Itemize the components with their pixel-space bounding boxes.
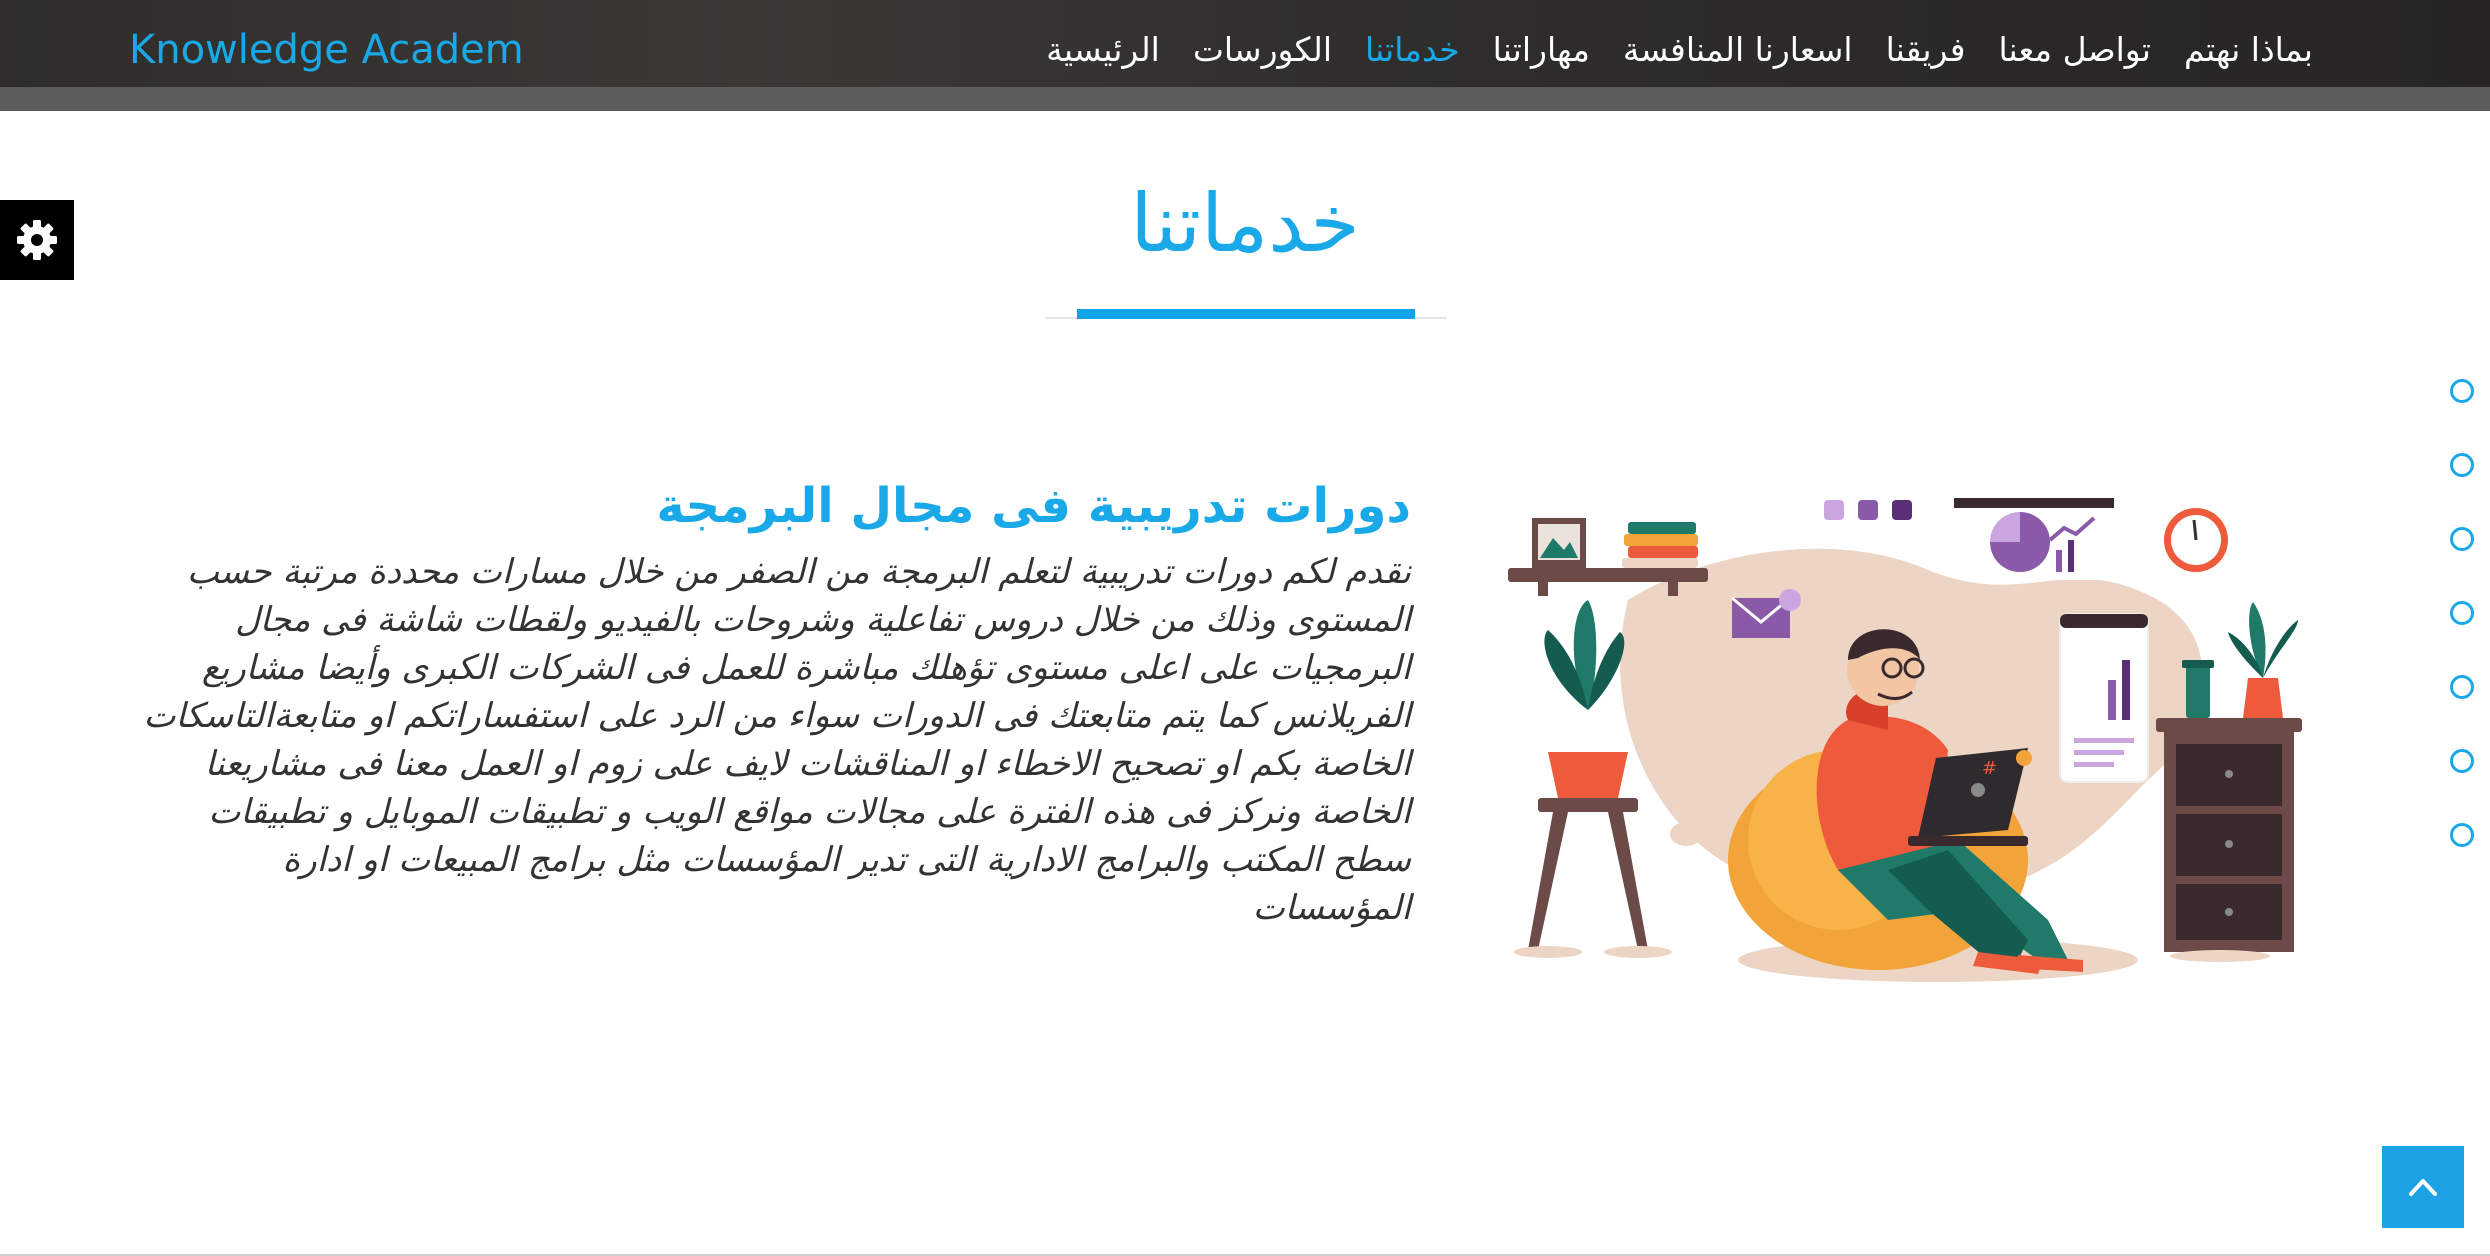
svg-text:#: # [1982, 758, 1997, 779]
chevron-up-icon [2409, 1179, 2437, 1196]
back-to-top-button[interactable] [2382, 1146, 2464, 1228]
main-nav: الرئيسية الكورسات خدماتنا مهاراتنا اسعار… [1046, 30, 2313, 70]
dot-nav-item[interactable] [2450, 823, 2474, 847]
nav-item-contact[interactable]: تواصل معنا [1998, 30, 2151, 70]
nav-item-pricing[interactable]: اسعارنا المنافسة [1623, 30, 1853, 70]
dot-nav-item[interactable] [2450, 527, 2474, 551]
developer-illustration: # [1508, 498, 2302, 982]
service-heading: دورات تدريبية فى مجال البرمجة [656, 478, 1411, 534]
dot-nav-item[interactable] [2450, 453, 2474, 477]
service-description: نقدم لكم دورات تدريبية لتعلم البرمجة من … [143, 552, 1411, 928]
title-underline [1077, 309, 1415, 319]
dot-nav-item[interactable] [2450, 601, 2474, 625]
navbar-underlay [0, 87, 2490, 111]
dot-nav-item[interactable] [2450, 749, 2474, 773]
dot-nav-item[interactable] [2450, 379, 2474, 403]
nav-item-courses[interactable]: الكورسات [1193, 30, 1332, 70]
nav-item-home[interactable]: الرئيسية [1046, 30, 1160, 70]
section-title: خدماتنا [1130, 177, 1360, 270]
dot-nav-item[interactable] [2450, 675, 2474, 699]
section-dot-nav [2450, 379, 2474, 847]
brand-logo-text[interactable]: Knowledge Academ [129, 28, 524, 72]
nav-item-services[interactable]: خدماتنا [1365, 30, 1460, 70]
nav-item-about[interactable]: بماذا نهتم [2184, 30, 2313, 70]
nav-item-skills[interactable]: مهاراتنا [1493, 30, 1590, 70]
nav-item-team[interactable]: فريقنا [1886, 30, 1966, 70]
